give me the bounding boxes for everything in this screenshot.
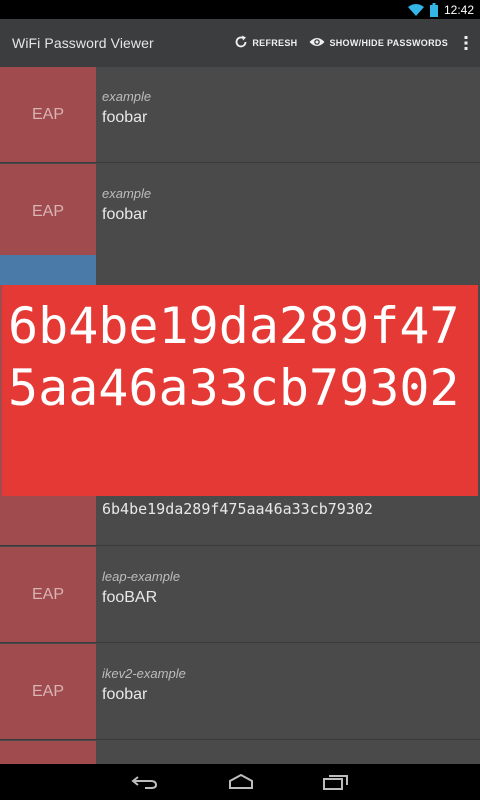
network-ssid: example xyxy=(102,186,152,201)
battery-icon xyxy=(429,2,438,17)
show-hide-passwords-button[interactable]: SHOW/HIDE PASSWORDS xyxy=(309,36,448,50)
security-badge xyxy=(0,741,96,764)
password-overlay[interactable]: 6b4be19da289f475aa46a33cb79302 xyxy=(2,285,478,496)
back-icon xyxy=(131,775,159,789)
app-title: WiFi Password Viewer xyxy=(12,35,154,51)
refresh-icon xyxy=(234,35,248,51)
recents-icon xyxy=(323,774,349,790)
back-button[interactable] xyxy=(131,775,159,789)
wifi-icon xyxy=(407,3,424,16)
overflow-menu-button[interactable] xyxy=(460,36,472,50)
network-row[interactable] xyxy=(0,741,480,764)
network-password: fooBAR xyxy=(102,589,158,606)
network-row[interactable]: EAP leap-example fooBAR xyxy=(0,547,480,643)
recents-button[interactable] xyxy=(323,774,349,790)
network-password: foobar xyxy=(102,109,148,126)
action-buttons: REFRESH SHOW/HIDE PASSWORDS xyxy=(234,19,472,67)
network-row[interactable]: EAP example foobar xyxy=(0,67,480,163)
network-ssid: example xyxy=(102,89,152,104)
home-icon xyxy=(227,774,255,790)
status-icons: 12:42 xyxy=(407,0,474,19)
network-password: foobar xyxy=(102,206,148,223)
security-badge: EAP xyxy=(0,67,96,162)
show-hide-label: SHOW/HIDE PASSWORDS xyxy=(329,38,448,48)
network-row[interactable]: EAP example foobar xyxy=(0,164,480,260)
security-badge: EAP xyxy=(0,547,96,642)
eye-icon xyxy=(309,36,325,50)
network-password: 6b4be19da289f475aa46a33cb79302 xyxy=(102,500,373,518)
network-ssid: leap-example xyxy=(102,569,181,584)
action-bar: WiFi Password Viewer REFRESH SHOW/HIDE P… xyxy=(0,19,480,68)
navigation-bar xyxy=(0,764,480,800)
overflow-menu-icon xyxy=(464,36,468,50)
security-badge: EAP xyxy=(0,164,96,259)
network-password: foobar xyxy=(102,686,148,703)
clock: 12:42 xyxy=(443,2,474,17)
network-row[interactable]: EAP ikev2-example foobar xyxy=(0,644,480,740)
home-button[interactable] xyxy=(227,774,255,790)
refresh-button[interactable]: REFRESH xyxy=(234,35,297,51)
network-ssid: ikev2-example xyxy=(102,666,186,681)
security-badge: EAP xyxy=(0,644,96,739)
refresh-label: REFRESH xyxy=(252,38,298,48)
status-bar: 12:42 xyxy=(0,0,480,19)
